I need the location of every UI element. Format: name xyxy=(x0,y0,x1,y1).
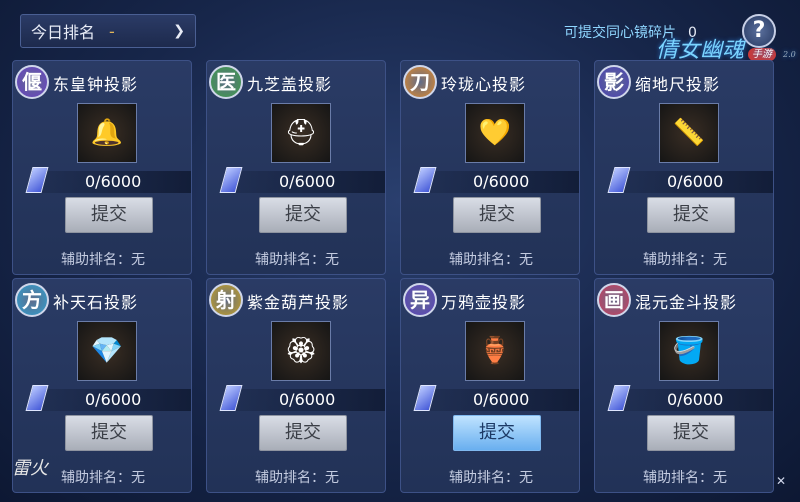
artifact-title: 补天石投影 xyxy=(53,293,139,312)
submit-button[interactable]: 提交 xyxy=(647,415,735,451)
artifact-image: 🏺 xyxy=(465,321,525,381)
artifact-title: 万鸦壶投影 xyxy=(441,293,527,312)
assist-rank-text: 辅助排名：无 xyxy=(449,252,533,268)
artifact-badge: 医 xyxy=(209,65,243,99)
artifact-art-icon: 🏺 xyxy=(478,336,512,366)
rank-dropdown-value: - xyxy=(109,21,115,41)
progress-text: 0/6000 xyxy=(85,390,142,409)
progress-text: 0/6000 xyxy=(279,390,336,409)
artifact-art-icon: ⛑ xyxy=(284,118,318,148)
assist-rank-text: 辅助排名：无 xyxy=(643,252,727,268)
artifact-image: ⛑ xyxy=(271,103,331,163)
progress-text: 0/6000 xyxy=(473,390,530,409)
artifact-card: 射 紫金葫芦投影 🏵 0/6000 提交 辅助排名：无 xyxy=(206,278,386,493)
artifact-badge: 偃 xyxy=(15,65,49,99)
assist-rank-text: 辅助排名：无 xyxy=(255,470,339,486)
artifact-image: 📏 xyxy=(659,103,719,163)
artifact-card: 偃 东皇钟投影 🔔 0/6000 提交 辅助排名：无 xyxy=(12,60,192,275)
artifact-badge: 方 xyxy=(15,283,49,317)
progress-text: 0/6000 xyxy=(85,172,142,191)
assist-rank-text: 辅助排名：无 xyxy=(61,252,145,268)
corner-icon: ✕ xyxy=(776,474,787,488)
progress-text: 0/6000 xyxy=(279,172,336,191)
artifact-card: 画 混元金斗投影 🪣 0/6000 提交 辅助排名：无 xyxy=(594,278,774,493)
assist-rank-text: 辅助排名：无 xyxy=(61,470,145,486)
artifact-badge: 刀 xyxy=(403,65,437,99)
artifact-art-icon: 🪣 xyxy=(672,336,706,366)
artifact-title: 东皇钟投影 xyxy=(53,75,139,94)
submit-button[interactable]: 提交 xyxy=(65,197,153,233)
rank-dropdown-label: 今日排名 xyxy=(31,23,96,42)
rank-dropdown[interactable]: 今日排名 - ❯ xyxy=(20,14,196,48)
artifact-image: 💛 xyxy=(465,103,525,163)
artifact-title: 缩地尺投影 xyxy=(635,75,721,94)
artifact-art-icon: 💛 xyxy=(478,118,512,148)
artifact-image: 🔔 xyxy=(77,103,137,163)
artifact-art-icon: 📏 xyxy=(672,118,706,148)
watermark-logo: 雷火 xyxy=(12,458,48,479)
progress-text: 0/6000 xyxy=(667,172,724,191)
assist-rank-text: 辅助排名：无 xyxy=(449,470,533,486)
artifact-card: 异 万鸦壶投影 🏺 0/6000 提交 辅助排名：无 xyxy=(400,278,580,493)
assist-rank-text: 辅助排名：无 xyxy=(255,252,339,268)
progress-text: 0/6000 xyxy=(473,172,530,191)
submit-button[interactable]: 提交 xyxy=(65,415,153,451)
logo-version: 2.0 xyxy=(783,50,796,59)
artifact-title: 九芝盖投影 xyxy=(247,75,333,94)
submit-button[interactable]: 提交 xyxy=(259,197,347,233)
artifact-card: 医 九芝盖投影 ⛑ 0/6000 提交 辅助排名：无 xyxy=(206,60,386,275)
top-bar: 今日排名 - ❯ 可提交同心镜碎片 0 ? 倩女幽魂 手游 2.0 xyxy=(0,0,800,63)
artifact-title: 玲珑心投影 xyxy=(441,75,527,94)
submit-button[interactable]: 提交 xyxy=(453,197,541,233)
artifact-card: 影 缩地尺投影 📏 0/6000 提交 辅助排名：无 xyxy=(594,60,774,275)
artifact-card: 刀 玲珑心投影 💛 0/6000 提交 辅助排名：无 xyxy=(400,60,580,275)
artifact-art-icon: 🔔 xyxy=(90,118,124,148)
artifact-art-icon: 🏵 xyxy=(284,336,318,366)
artifact-title: 混元金斗投影 xyxy=(635,293,738,312)
artifact-art-icon: 💎 xyxy=(90,336,124,366)
submit-button[interactable]: 提交 xyxy=(453,415,541,451)
artifact-badge: 画 xyxy=(597,283,631,317)
submit-button[interactable]: 提交 xyxy=(647,197,735,233)
artifact-image: 🏵 xyxy=(271,321,331,381)
artifact-badge: 异 xyxy=(403,283,437,317)
artifact-badge: 影 xyxy=(597,65,631,99)
submit-button[interactable]: 提交 xyxy=(259,415,347,451)
chevron-down-icon: ❯ xyxy=(173,23,185,39)
artifact-badge: 射 xyxy=(209,283,243,317)
progress-text: 0/6000 xyxy=(667,390,724,409)
artifact-image: 💎 xyxy=(77,321,137,381)
artifact-title: 紫金葫芦投影 xyxy=(247,293,350,312)
artifact-image: 🪣 xyxy=(659,321,719,381)
assist-rank-text: 辅助排名：无 xyxy=(643,470,727,486)
